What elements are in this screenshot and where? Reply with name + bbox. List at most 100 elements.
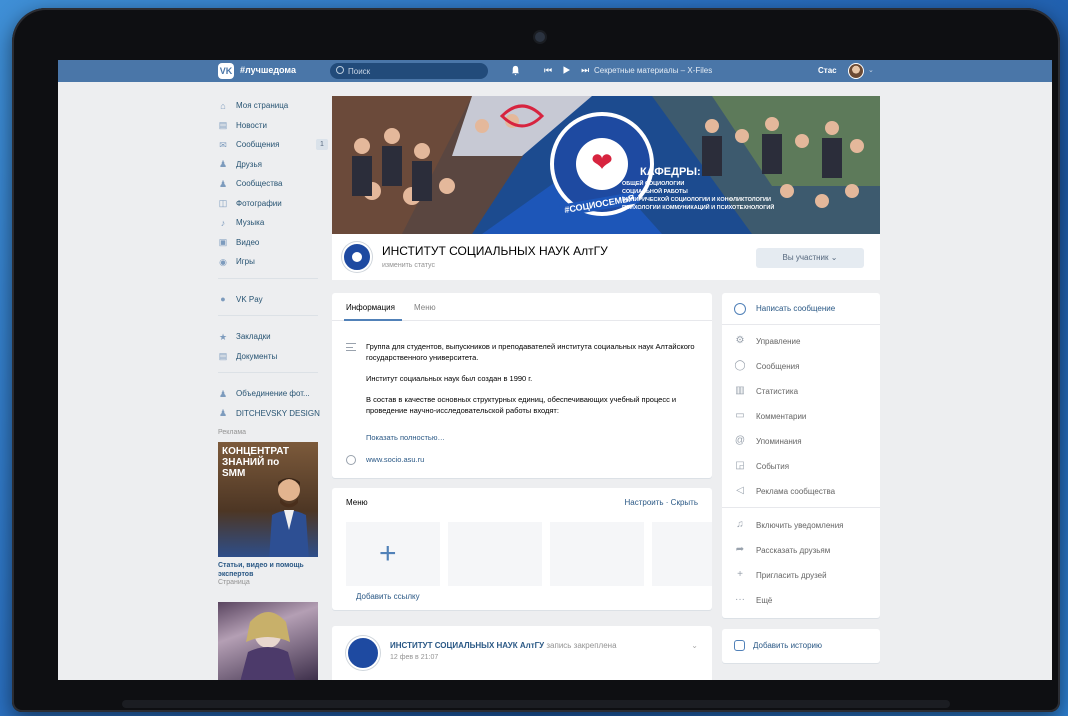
action-invite[interactable]: + Пригласить друзей (734, 569, 827, 581)
megaphone-icon: ◁ (736, 485, 744, 496)
cover-line: ОБЩЕЙ СОЦИОЛОГИИ (622, 181, 685, 187)
ad-caption[interactable]: Статьи, видео и помощь экспертов (218, 561, 328, 579)
action-label: Упоминания (756, 436, 802, 446)
menu-actions[interactable]: Настроить · Скрыть (624, 498, 698, 507)
more-icon: ··· (735, 594, 745, 605)
action-mentions[interactable]: @ Упоминания (734, 435, 802, 447)
menu-tile-placeholder (652, 522, 712, 586)
hashtag-label[interactable]: #лучшедома (240, 65, 296, 75)
vkpay-icon: ● (220, 294, 226, 305)
description-icon (346, 343, 356, 351)
laptop-frame: VK #лучшедома ⏮ ▶ ⏭ Секретные материалы … (12, 8, 1060, 712)
post-author[interactable]: ИНСТИТУТ СОЦИАЛЬНЫХ НАУК АлтГУ запись за… (390, 641, 617, 650)
active-tab-indicator (344, 319, 402, 321)
at-icon: @ (734, 435, 746, 446)
sidebar-item-label: Игры (236, 257, 255, 267)
home-icon: ⌂ (220, 100, 226, 111)
chevron-down-icon[interactable]: ⌄ (691, 641, 698, 650)
sidebar-item-bookmarks[interactable]: ★ Закладки (218, 327, 328, 347)
document-icon: ▤ (218, 351, 228, 362)
sidebar-item-music[interactable]: ♪ Музыка (218, 213, 328, 233)
post-author-name[interactable]: ИНСТИТУТ СОЦИАЛЬНЫХ НАУК АлтГУ (390, 641, 544, 650)
sidebar-item-label: Новости (236, 120, 267, 130)
edit-status-link[interactable]: изменить статус (382, 262, 435, 269)
action-notifications[interactable]: ♫ Включить уведомления (734, 519, 844, 531)
action-share[interactable]: ➦ Рассказать друзьям (734, 544, 830, 556)
action-statistics[interactable]: ▥ Статистика (734, 385, 798, 397)
add-story-button[interactable]: Добавить историю (734, 640, 822, 651)
search-box[interactable] (330, 63, 488, 79)
write-message-button[interactable]: Написать сообщение (722, 293, 880, 325)
bell-icon: ♫ (736, 519, 744, 530)
sidebar-item-group-1[interactable]: ♟ Объединение фот... (218, 384, 328, 404)
website-link[interactable]: www.socio.asu.ru (366, 455, 424, 464)
action-comments[interactable]: ▭ Комментарии (734, 410, 806, 422)
sidebar-item-label: Моя страница (236, 101, 289, 111)
sidebar-item-video[interactable]: ▣ Видео (218, 233, 328, 253)
chart-icon: ▥ (735, 385, 745, 396)
info-card: Информация Меню Группа для студентов, вы… (332, 293, 712, 478)
username[interactable]: Стас (818, 66, 837, 75)
ad-banner[interactable]: КОНЦЕНТРАТ ЗНАНИЙ по SMM (218, 442, 318, 557)
show-more-link[interactable]: Показать полностью… (366, 433, 445, 442)
globe-icon (346, 455, 356, 465)
group-icon: ♟ (218, 408, 228, 419)
action-label: Управление (756, 336, 801, 346)
cover-line: ПСИХОЛОГИИ КОММУНИКАЦИЙ И ПСИХОТЕХНОЛОГИ… (622, 205, 775, 211)
menu-tile-placeholder (550, 522, 644, 586)
player-controls[interactable]: ⏮ ▶ ⏭ (544, 65, 593, 76)
sidebar-item-friends[interactable]: ♟ Друзья (218, 155, 328, 175)
laptop-hinge (122, 700, 950, 708)
action-manage[interactable]: ⚙ Управление (734, 335, 801, 347)
avatar[interactable] (848, 63, 864, 79)
sidebar-item-label: Сообщества (236, 179, 283, 189)
sidebar-item-documents[interactable]: ▤ Документы (218, 347, 328, 367)
action-label: Комментарии (756, 411, 807, 421)
group-avatar[interactable] (342, 242, 372, 272)
tab-info[interactable]: Информация (346, 303, 395, 312)
add-menu-tile[interactable]: + (346, 522, 440, 586)
action-label: Включить уведомления (756, 520, 844, 530)
description-paragraph: Группа для студентов, выпускников и преп… (366, 342, 695, 362)
tab-menu[interactable]: Меню (414, 303, 436, 312)
action-events[interactable]: ◲ События (734, 460, 789, 472)
action-label: Пригласить друзей (756, 570, 827, 580)
bell-icon[interactable] (510, 65, 521, 76)
action-label: Реклама сообщества (756, 486, 836, 496)
sidebar-item-label: Музыка (236, 218, 265, 228)
cover-line: ЭМПИРИЧЕСКОЙ СОЦИОЛОГИИ И КОНФЛИКТОЛОГИИ (622, 197, 771, 203)
pinned-label: запись закреплена (546, 641, 617, 650)
action-ads[interactable]: ◁ Реклама сообщества (734, 485, 835, 497)
sidebar-item-my-page[interactable]: ⌂ Моя страница (218, 96, 328, 116)
story-card: Добавить историю (722, 629, 880, 663)
action-more[interactable]: ··· Ещё (734, 594, 772, 606)
member-button[interactable]: Вы участник ⌄ (756, 248, 864, 268)
search-input[interactable] (348, 64, 478, 78)
add-link-button[interactable]: Добавить ссылку (356, 592, 420, 601)
news-icon: ▤ (218, 120, 228, 131)
group-cover[interactable]: ❤ #СОЦИОСЕМЬЯ КАФЕДРЫ: ОБЩЕЙ СОЦИОЛОГИИ … (332, 96, 880, 234)
sidebar-item-communities[interactable]: ♟ Сообщества (218, 174, 328, 194)
track-title[interactable]: Секретные материалы – X-Files (594, 66, 712, 75)
post-author-avatar[interactable] (346, 636, 380, 670)
sidebar-item-label: VK Pay (236, 294, 263, 304)
cover-title: КАФЕДРЫ: (640, 166, 701, 178)
sidebar-item-vkpay[interactable]: ● VK Pay (218, 290, 328, 310)
sidebar-item-games[interactable]: ◉ Игры (218, 252, 328, 272)
post-date[interactable]: 12 фев в 21:07 (390, 654, 438, 661)
sidebar-item-label: DITCHEVSKY DESIGN (236, 408, 320, 418)
action-label: События (756, 461, 790, 471)
vk-logo[interactable]: VK (218, 63, 234, 79)
sidebar-item-messages[interactable]: ✉ Сообщения 1 (218, 135, 328, 155)
video-icon: ▣ (218, 237, 228, 248)
chevron-down-icon[interactable]: ⌄ (868, 66, 874, 74)
action-messages[interactable]: ◯ Сообщения (734, 360, 799, 372)
camera-icon (734, 640, 745, 651)
info-tabs: Информация Меню (332, 293, 712, 321)
sidebar-item-group-2[interactable]: ♟ DITCHEVSKY DESIGN (218, 404, 328, 424)
sidebar-item-news[interactable]: ▤ Новости (218, 116, 328, 136)
sidebar-item-photos[interactable]: ◫ Фотографии (218, 194, 328, 214)
browser-screen: VK #лучшедома ⏮ ▶ ⏭ Секретные материалы … (58, 60, 1052, 680)
ad-banner-2[interactable] (218, 602, 318, 680)
event-icon: ◲ (735, 460, 745, 471)
